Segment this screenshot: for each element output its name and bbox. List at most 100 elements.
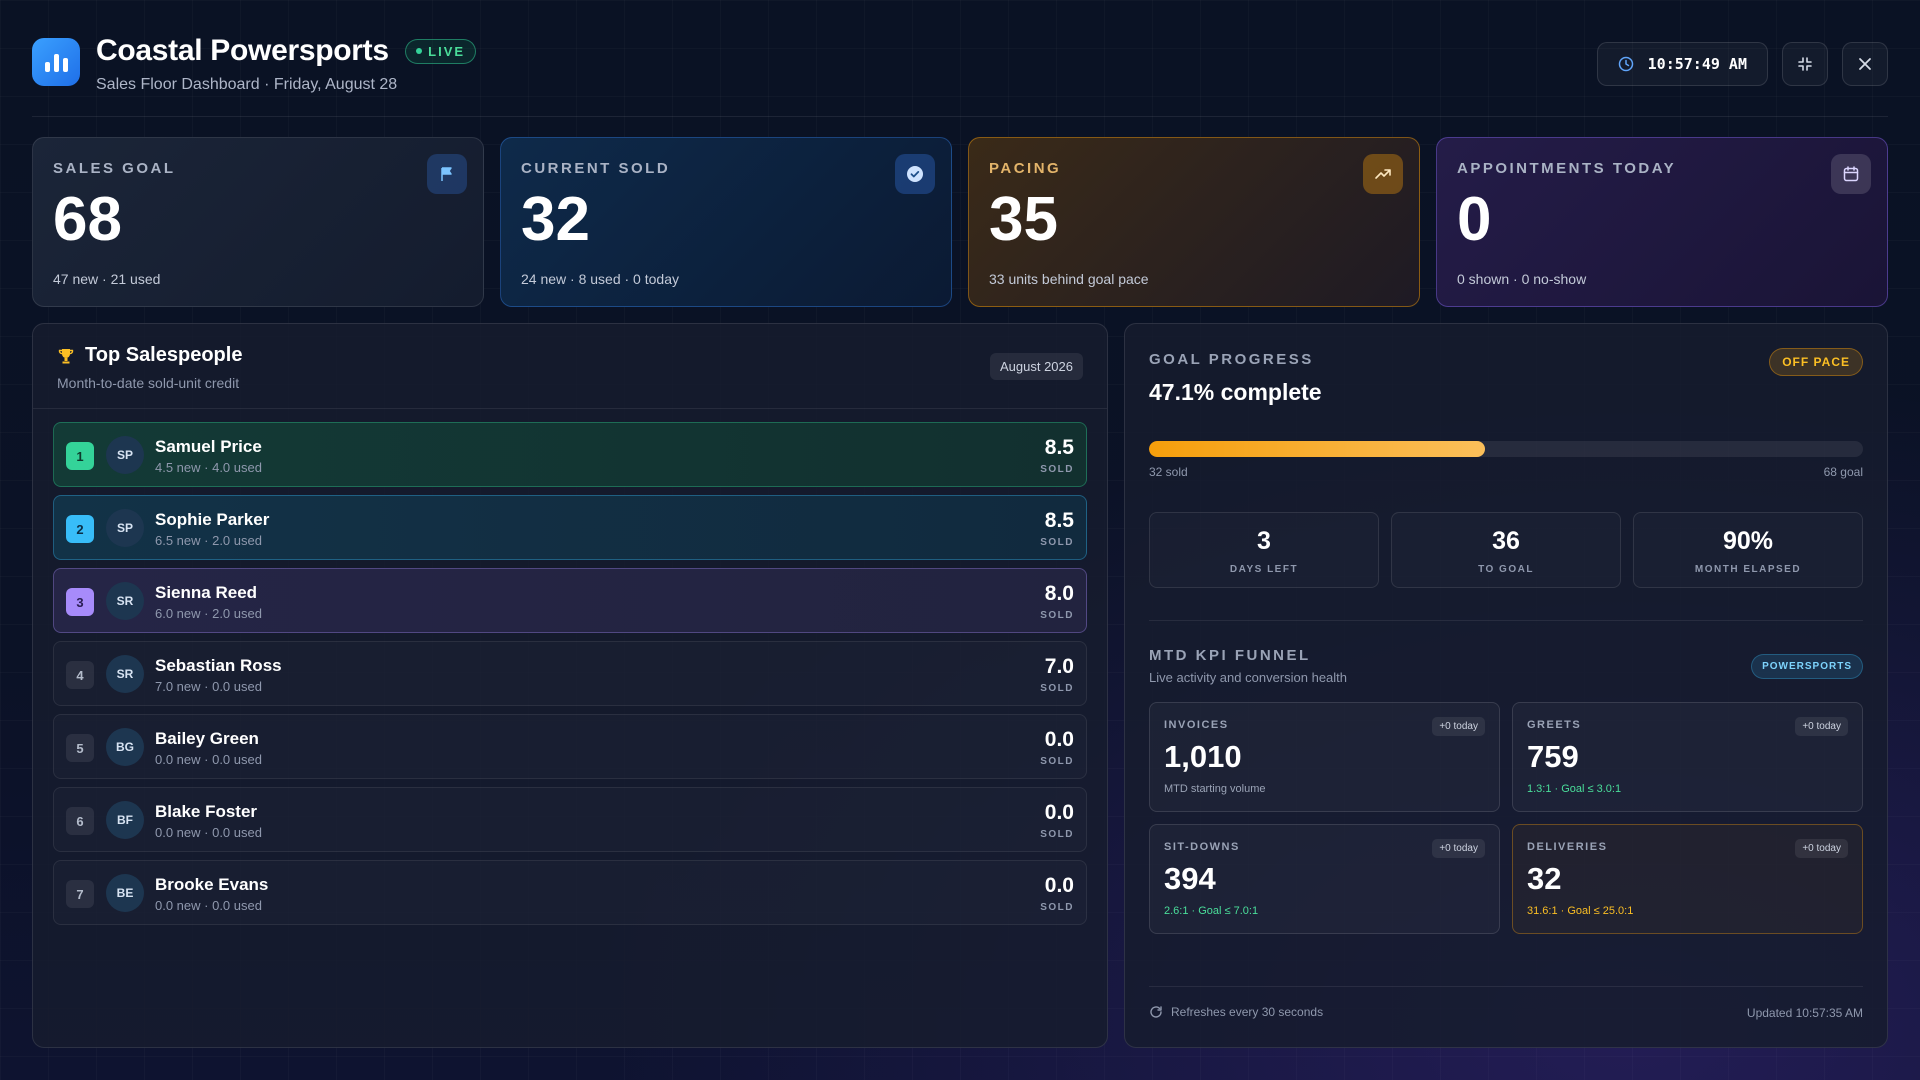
sold-value: 8.5 [1044,509,1074,532]
rank-badge: 1 [66,442,94,470]
sold-value: 8.0 [1044,582,1074,605]
stat-label: MONTH ELAPSED [1694,564,1802,575]
kpi-label: APPOINTMENTS TODAY [1457,160,1677,177]
flag-icon [427,154,467,194]
kpi-label: PACING [989,160,1062,177]
refresh-icon [1150,1006,1162,1018]
list-item[interactable]: 2 SP Sophie Parker 6.5 new · 2.0 used 8.… [53,495,1087,560]
rank-badge: 4 [66,661,94,689]
avatar: SR [106,582,144,620]
stat-value: 3 [1257,527,1271,555]
collapse-icon [1798,57,1812,71]
avatar: BE [106,874,144,912]
panel-title-text: Top Salespeople [85,344,243,366]
bar-chart-icon [32,38,80,86]
sold-label: SOLD [1040,683,1074,694]
app-subtitle: Sales Floor Dashboard · Friday, August 2… [96,76,398,93]
refresh-note: Refreshes every 30 seconds [1149,1005,1323,1019]
sold-label: SOLD [1040,829,1074,840]
header-controls: 10:57:49 AM [1596,42,1888,86]
person-name: Bailey Green [155,729,259,748]
person-detail: 6.5 new · 2.0 used [155,533,262,548]
collapse-button[interactable] [1782,42,1828,86]
list-item[interactable]: 1 SP Samuel Price 4.5 new · 4.0 used 8.5… [53,422,1087,487]
live-badge: LIVE [405,38,477,64]
status-badge: OFF PACE [1769,348,1863,376]
funnel-card-invoices: INVOICES 1,010 MTD starting volume +0 to… [1149,702,1500,812]
stat-label: TO GOAL [1478,564,1534,575]
today-chip: +0 today [1795,839,1848,858]
stat-value: 90% [1722,527,1774,555]
clock-time: 10:57:49 AM [1647,55,1747,73]
kpi-row: SALES GOAL 68 47 new · 21 used CURRENT S… [32,137,1888,307]
close-icon [1859,58,1871,70]
live-label: LIVE [428,43,466,59]
stat-value: 36 [1492,527,1520,555]
person-name: Sophie Parker [155,510,270,529]
goal-progress-title: 47.1% complete [1149,379,1322,405]
today-chip: +0 today [1432,839,1485,858]
sold-value: 8.5 [1044,436,1074,459]
avatar: SP [106,436,144,474]
live-dot-icon [416,48,423,54]
rank-badge: 5 [66,734,94,762]
sold-label: SOLD [1040,756,1074,767]
person-detail: 0.0 new · 0.0 used [155,752,262,767]
goal-progress-label: GOAL PROGRESS [1149,351,1314,368]
stat-to-goal: 36 TO GOAL [1391,512,1621,588]
list-item[interactable]: 4 SR Sebastian Ross 7.0 new · 0.0 used 7… [53,641,1087,706]
title-block: Coastal Powersports LIVE Sales Floor Das… [96,34,477,94]
refresh-text: Refreshes every 30 seconds [1171,1005,1324,1019]
rank-badge: 7 [66,880,94,908]
stat-label: DAYS LEFT [1229,564,1299,575]
funnel-card-sit-downs: SIT-DOWNS 394 2.6:1 · Goal ≤ 7.0:1 +0 to… [1149,824,1500,934]
kpi-sub: 24 new · 8 used · 0 today [521,271,679,287]
funnel-card-value: 394 [1164,861,1216,896]
funnel-subtitle: Live activity and conversion health [1149,670,1348,685]
list-item[interactable]: 5 BG Bailey Green 0.0 new · 0.0 used 0.0… [53,714,1087,779]
sold-value: 0.0 [1044,801,1074,824]
close-button[interactable] [1842,42,1888,86]
kpi-value: 0 [1457,185,1492,254]
clock-icon [1618,56,1633,72]
stat-month-elapsed: 90% MONTH ELAPSED [1633,512,1863,588]
funnel-card-deliveries: DELIVERIES 32 31.6:1 · Goal ≤ 25.0:1 +0 … [1512,824,1863,934]
calendar-icon [1831,154,1871,194]
goal-stats: 3 DAYS LEFT 36 TO GOAL 90% MONTH ELAPSED [1149,512,1863,588]
kpi-value: 32 [521,185,590,254]
list-item[interactable]: 6 BF Blake Foster 0.0 new · 0.0 used 0.0… [53,787,1087,852]
sold-label: SOLD [1040,610,1074,621]
person-name: Blake Foster [155,802,258,821]
footer-divider [1149,986,1863,987]
check-circle-icon [895,154,935,194]
trending-up-icon [1363,154,1403,194]
funnel-card-note: MTD starting volume [1164,783,1266,795]
person-detail: 0.0 new · 0.0 used [155,898,262,913]
top-salespeople-panel: Top Salespeople Month-to-date sold-unit … [32,323,1108,1048]
person-detail: 4.5 new · 4.0 used [155,460,262,475]
kpi-sub: 33 units behind goal pace [989,271,1149,287]
panel-header: Top Salespeople Month-to-date sold-unit … [33,324,1107,409]
sold-label: SOLD [1040,902,1074,913]
progress-left-caption: 32 sold [1149,465,1188,479]
person-detail: 0.0 new · 0.0 used [155,825,262,840]
sold-label: SOLD [1040,537,1074,548]
section-divider [1149,620,1863,621]
person-name: Brooke Evans [155,875,269,894]
header: Coastal Powersports LIVE Sales Floor Das… [32,34,1888,94]
person-detail: 7.0 new · 0.0 used [155,679,262,694]
funnel-card-note: 31.6:1 · Goal ≤ 25.0:1 [1527,905,1634,917]
avatar: BF [106,801,144,839]
person-name: Sebastian Ross [155,656,282,675]
funnel-card-value: 759 [1527,739,1579,774]
app-title: Coastal Powersports [96,34,389,67]
funnel-card-greets: GREETS 759 1.3:1 · Goal ≤ 3.0:1 +0 today [1512,702,1863,812]
clock-display: 10:57:49 AM [1596,42,1768,86]
kpi-sales-goal: SALES GOAL 68 47 new · 21 used [32,137,484,307]
avatar: SR [106,655,144,693]
kpi-appointments-today: APPOINTMENTS TODAY 0 0 shown · 0 no-show [1436,137,1888,307]
list-item[interactable]: 7 BE Brooke Evans 0.0 new · 0.0 used 0.0… [53,860,1087,925]
stat-days-left: 3 DAYS LEFT [1149,512,1379,588]
list-item[interactable]: 3 SR Sienna Reed 6.0 new · 2.0 used 8.0 … [53,568,1087,633]
category-chip: POWERSPORTS [1751,654,1863,679]
